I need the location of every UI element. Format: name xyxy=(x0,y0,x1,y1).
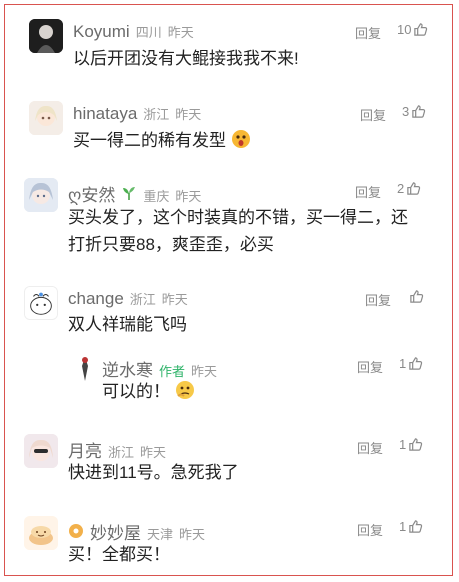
like-button[interactable]: 1 xyxy=(399,519,423,534)
location: 浙江 xyxy=(143,107,170,122)
location: 四川 xyxy=(135,25,162,40)
reply-text: 可以的！ xyxy=(102,382,170,401)
timestamp: 昨天 xyxy=(175,189,202,204)
avatar[interactable] xyxy=(24,516,58,550)
comment-text-row: 买一得二的稀有发型 xyxy=(73,127,251,154)
sprout-icon xyxy=(123,187,136,200)
comment-text: 买！全都买！ xyxy=(68,545,170,564)
username[interactable]: change xyxy=(68,289,124,309)
reply-button[interactable]: 回复 xyxy=(355,182,381,201)
timestamp: 昨天 xyxy=(179,527,206,542)
location: 重庆 xyxy=(143,189,170,204)
like-count: 1 xyxy=(399,519,407,534)
like-count: 1 xyxy=(399,356,407,371)
comment-text: 双人祥瑞能飞吗 xyxy=(68,315,187,334)
like-count: 1 xyxy=(399,437,407,452)
username[interactable]: hinataya xyxy=(73,104,137,124)
like-count: 10 xyxy=(397,22,412,37)
thumbs-up-icon xyxy=(407,182,421,195)
thumbs-up-icon xyxy=(414,23,428,36)
donut-icon xyxy=(69,524,83,538)
username[interactable]: ღ安然 xyxy=(68,181,115,206)
reply-button[interactable]: 回复 xyxy=(360,105,386,124)
like-count: 3 xyxy=(402,104,410,119)
thinking-face-emoji-icon xyxy=(175,381,194,399)
thumbs-up-icon xyxy=(409,438,423,451)
avatar[interactable] xyxy=(29,19,63,53)
reply-button[interactable]: 回复 xyxy=(357,438,383,457)
avatar[interactable] xyxy=(24,434,58,468)
avatar[interactable] xyxy=(74,354,96,384)
avatar[interactable] xyxy=(24,286,58,320)
timestamp: 昨天 xyxy=(175,107,202,122)
reply-button[interactable]: 回复 xyxy=(357,520,383,539)
comment-text: 买头发了，这个时装真的不错，买一得二，还打折只要88，爽歪歪，必买 xyxy=(68,208,408,254)
timestamp: 昨天 xyxy=(191,364,218,379)
thumbs-up-icon xyxy=(410,290,424,303)
avatar[interactable] xyxy=(24,178,58,212)
thumbs-up-icon xyxy=(409,520,423,533)
username[interactable]: Koyumi xyxy=(73,22,130,42)
reply-button[interactable]: 回复 xyxy=(365,290,391,309)
timestamp: 昨天 xyxy=(161,292,188,307)
like-button[interactable]: 1 xyxy=(399,437,423,452)
timestamp: 昨天 xyxy=(167,25,194,40)
like-button[interactable]: 3 xyxy=(402,104,426,119)
comment-text: 以后开团没有大鲲接我我不来! xyxy=(73,49,299,68)
thumbs-up-icon xyxy=(412,105,426,118)
like-count: 2 xyxy=(397,181,405,196)
thumbs-up-icon xyxy=(409,357,423,370)
location: 浙江 xyxy=(129,292,156,307)
comment-text: 快进到11号。急死我了 xyxy=(68,463,239,482)
surprised-face-emoji-icon xyxy=(231,130,250,148)
avatar[interactable] xyxy=(29,101,63,135)
like-button[interactable]: 10 xyxy=(397,22,428,37)
reply-button[interactable]: 回复 xyxy=(357,357,383,376)
reply-button[interactable]: 回复 xyxy=(355,23,381,42)
comment-text: 买一得二的稀有发型 xyxy=(73,131,226,150)
like-button[interactable]: 2 xyxy=(397,181,421,196)
like-button[interactable]: 1 xyxy=(399,356,423,371)
like-button[interactable] xyxy=(409,289,424,304)
reply-text-row: 可以的！ xyxy=(102,378,195,405)
